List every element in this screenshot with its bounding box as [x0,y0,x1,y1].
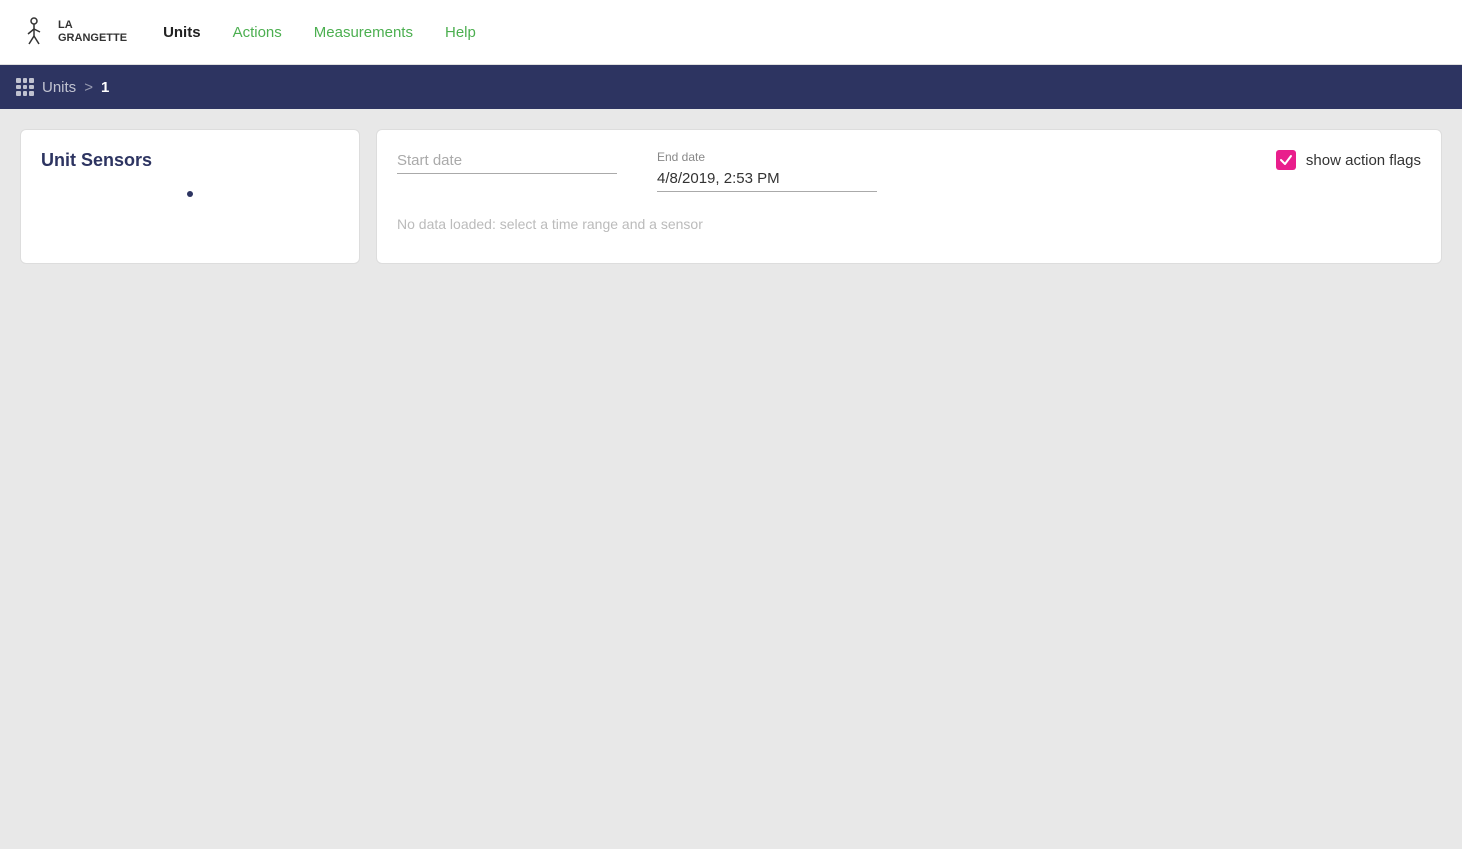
end-date-input[interactable] [657,168,877,192]
nav-links: Units Actions Measurements Help [151,16,488,49]
loading-dot [187,191,193,197]
logo-icon [16,14,52,50]
nav-units[interactable]: Units [151,16,213,49]
nav-actions[interactable]: Actions [221,16,294,49]
no-data-message: No data loaded: select a time range and … [397,216,1421,232]
breadcrumb-units[interactable]: Units [42,79,76,96]
logo-text: LA GRANGETTE [58,19,127,45]
top-nav: LA GRANGETTE Units Actions Measurements … [0,0,1462,65]
nav-measurements[interactable]: Measurements [302,16,425,49]
action-flags-checkbox[interactable] [1276,150,1296,170]
breadcrumb-current: 1 [101,79,109,96]
unit-sensors-card: Unit Sensors [20,129,360,264]
action-flags-label: show action flags [1306,152,1421,169]
data-card: End date show action flags No data loade… [376,129,1442,264]
nav-help[interactable]: Help [433,16,488,49]
end-date-field: End date [657,150,877,192]
breadcrumb-bar: Units > 1 [0,65,1462,109]
logo-area: LA GRANGETTE [16,14,127,50]
main-content: Unit Sensors End date show action [0,109,1462,284]
grid-icon [16,78,34,96]
unit-sensors-title: Unit Sensors [41,150,339,171]
start-date-input[interactable] [397,150,617,174]
start-date-field [397,150,617,174]
show-action-flags-container[interactable]: show action flags [1276,150,1421,170]
breadcrumb-separator: > [84,79,93,96]
end-date-label: End date [657,150,877,164]
data-card-top: End date show action flags [397,150,1421,192]
